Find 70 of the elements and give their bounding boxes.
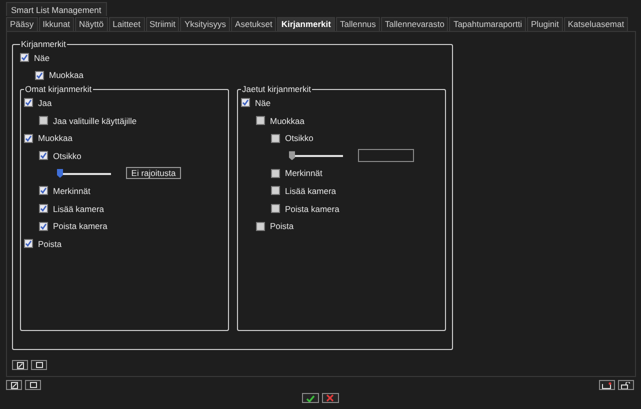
cancel-button[interactable]	[322, 393, 338, 403]
uncheck-all-button[interactable]	[31, 360, 47, 370]
checkbox-label: Jaa	[38, 98, 52, 108]
group-title: Omat kirjanmerkit	[24, 84, 93, 94]
check-all-icon	[10, 382, 18, 388]
tab[interactable]: Asetukset	[231, 17, 276, 31]
ok-button[interactable]	[302, 393, 318, 403]
check-all-button[interactable]	[6, 380, 22, 390]
checkbox[interactable]	[24, 134, 33, 143]
square-icon	[30, 382, 36, 388]
checkbox-label: Poista	[270, 221, 294, 232]
checkbox-label: Lisää kamera	[285, 186, 336, 196]
checkbox[interactable]	[20, 53, 29, 62]
checkbox[interactable]	[271, 204, 280, 214]
tab[interactable]: Yksityisyys	[180, 17, 230, 31]
check-all-button[interactable]	[12, 360, 28, 370]
checkbox-label: Merkinnät	[285, 168, 322, 178]
window-title-tab[interactable]: Smart List Management	[6, 2, 108, 16]
checkbox[interactable]	[256, 222, 265, 231]
tab[interactable]: Katseluasemat	[564, 17, 628, 31]
check-all-icon	[16, 362, 24, 368]
checkbox-label: Merkinnät	[53, 186, 90, 196]
uncheck-all-button[interactable]	[25, 380, 41, 390]
tab[interactable]: Laitteet	[108, 17, 144, 31]
checkbox-label: Poista	[38, 238, 62, 249]
tab[interactable]: Näyttö	[75, 17, 108, 31]
checkbox[interactable]	[241, 98, 250, 108]
tab[interactable]: Kirjanmerkit	[277, 17, 335, 31]
checkbox[interactable]	[271, 134, 280, 143]
checkbox-label: Muokkaa	[270, 116, 304, 126]
square-icon	[36, 362, 42, 368]
export-button[interactable]	[599, 380, 615, 390]
unlock-icon	[621, 382, 631, 388]
tab[interactable]: Pluginit	[526, 17, 563, 31]
checkbox-label: Otsikko	[53, 150, 82, 161]
checkbox-label: Näe	[34, 52, 50, 63]
checkbox-label: Jaa valituille käyttäjille	[53, 116, 137, 126]
tab[interactable]: Striimit	[146, 17, 180, 31]
tray-icon	[602, 382, 612, 388]
checkbox-label: Lisää kamera	[53, 204, 104, 214]
tab[interactable]: Ikkunat	[38, 17, 74, 31]
checkbox[interactable]	[271, 168, 280, 178]
checkbox[interactable]	[24, 98, 33, 108]
checkbox[interactable]	[39, 116, 48, 126]
checkbox-label: Poista kamera	[285, 204, 340, 214]
checkbox-label: Muokkaa	[49, 70, 84, 80]
tab[interactable]: Tallennus	[336, 17, 380, 31]
tab[interactable]: Tapahtumaraportti	[449, 17, 526, 31]
group-title: Jaetut kirjanmerkit	[241, 84, 312, 94]
checkbox[interactable]	[39, 204, 48, 214]
text-field[interactable]	[358, 149, 414, 162]
checkbox-label: Poista kamera	[53, 221, 108, 232]
group-title: Kirjanmerkit	[20, 39, 67, 49]
checkbox[interactable]	[39, 151, 48, 160]
checkbox[interactable]	[256, 116, 265, 126]
tab[interactable]: Tallennevarasto	[380, 17, 448, 31]
checkbox[interactable]	[39, 222, 48, 231]
unlock-button[interactable]	[618, 380, 634, 390]
checkbox[interactable]	[24, 239, 33, 248]
checkbox[interactable]	[39, 186, 48, 196]
checkbox-label: Näe	[255, 98, 271, 108]
slider-thumb[interactable]	[57, 168, 63, 178]
checkbox-label: Otsikko	[285, 133, 314, 144]
close-icon	[326, 394, 334, 402]
checkbox[interactable]	[271, 186, 280, 196]
checkmark-icon	[306, 394, 314, 402]
checkbox-label: Muokkaa	[38, 133, 72, 144]
tab[interactable]: Pääsy	[6, 17, 38, 31]
limit-button[interactable]: Ei rajoitusta	[126, 167, 181, 180]
checkbox[interactable]	[35, 70, 44, 80]
